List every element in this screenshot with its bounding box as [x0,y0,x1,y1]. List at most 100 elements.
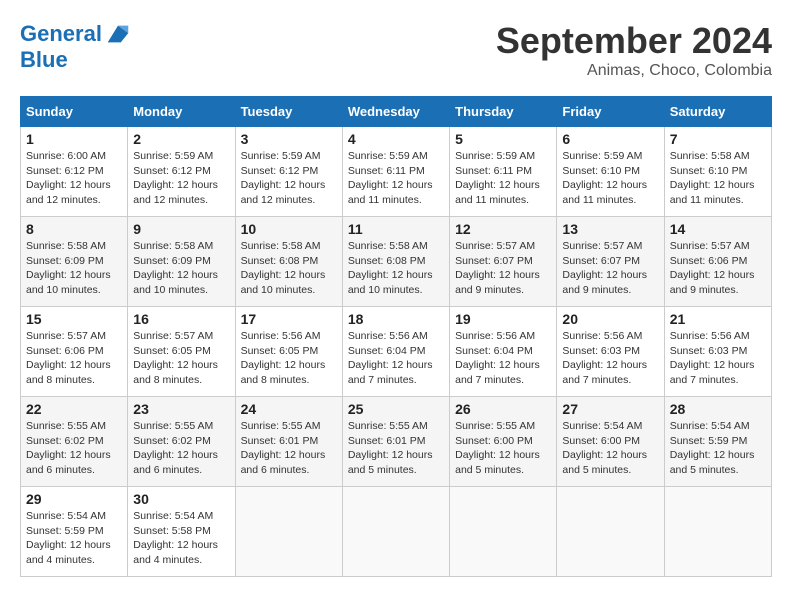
col-header-wednesday: Wednesday [342,97,449,127]
calendar-header-row: SundayMondayTuesdayWednesdayThursdayFrid… [21,97,772,127]
calendar-cell: 10 Sunrise: 5:58 AM Sunset: 6:08 PM Dayli… [235,217,342,307]
day-number: 26 [455,401,551,417]
calendar-cell: 23 Sunrise: 5:55 AM Sunset: 6:02 PM Dayli… [128,397,235,487]
col-header-monday: Monday [128,97,235,127]
day-details: Sunrise: 5:57 AM Sunset: 6:06 PM Dayligh… [670,239,766,298]
day-number: 14 [670,221,766,237]
day-details: Sunrise: 6:00 AM Sunset: 6:12 PM Dayligh… [26,149,122,208]
calendar-cell: 30 Sunrise: 5:54 AM Sunset: 5:58 PM Dayli… [128,487,235,577]
day-number: 19 [455,311,551,327]
col-header-saturday: Saturday [664,97,771,127]
calendar-cell: 28 Sunrise: 5:54 AM Sunset: 5:59 PM Dayli… [664,397,771,487]
day-number: 8 [26,221,122,237]
day-number: 16 [133,311,229,327]
calendar-week-row: 1 Sunrise: 6:00 AM Sunset: 6:12 PM Daylig… [21,127,772,217]
calendar-cell [557,487,664,577]
calendar-week-row: 8 Sunrise: 5:58 AM Sunset: 6:09 PM Daylig… [21,217,772,307]
calendar-cell [342,487,449,577]
calendar-cell: 6Sunrise: 5:59 AM Sunset: 6:10 PM Daylig… [557,127,664,217]
day-number: 25 [348,401,444,417]
calendar-cell: 15 Sunrise: 5:57 AM Sunset: 6:06 PM Dayli… [21,307,128,397]
month-title: September 2024 [496,20,772,62]
calendar-cell: 5 Sunrise: 5:59 AM Sunset: 6:11 PM Daylig… [450,127,557,217]
calendar-cell: 1 Sunrise: 6:00 AM Sunset: 6:12 PM Daylig… [21,127,128,217]
day-details: Sunrise: 5:58 AM Sunset: 6:08 PM Dayligh… [241,239,337,298]
calendar-cell: 22 Sunrise: 5:55 AM Sunset: 6:02 PM Dayli… [21,397,128,487]
day-number: 2 [133,131,229,147]
day-details: Sunrise: 5:56 AM Sunset: 6:04 PM Dayligh… [348,329,444,388]
day-details: Sunrise: 5:58 AM Sunset: 6:08 PM Dayligh… [348,239,444,298]
day-details: Sunrise: 5:54 AM Sunset: 5:59 PM Dayligh… [670,419,766,478]
day-details: Sunrise: 5:56 AM Sunset: 6:03 PM Dayligh… [670,329,766,388]
calendar-cell: 21 Sunrise: 5:56 AM Sunset: 6:03 PM Dayli… [664,307,771,397]
day-details: Sunrise: 5:58 AM Sunset: 6:09 PM Dayligh… [133,239,229,298]
col-header-tuesday: Tuesday [235,97,342,127]
calendar-cell: 8Sunrise: 5:58 AM Sunset: 6:09 PM Daylig… [21,217,128,307]
day-number: 20 [562,311,658,327]
day-number: 13 [562,221,658,237]
day-number: 21 [670,311,766,327]
day-details: Sunrise: 5:57 AM Sunset: 6:05 PM Dayligh… [133,329,229,388]
day-number: 4 [348,131,444,147]
day-number: 5 [455,131,551,147]
calendar-cell: 3 Sunrise: 5:59 AM Sunset: 6:12 PM Daylig… [235,127,342,217]
day-details: Sunrise: 5:57 AM Sunset: 6:06 PM Dayligh… [26,329,122,388]
calendar-cell: 27 Sunrise: 5:54 AM Sunset: 6:00 PM Dayli… [557,397,664,487]
calendar-cell: 11 Sunrise: 5:58 AM Sunset: 6:08 PM Dayli… [342,217,449,307]
calendar-cell: 7 Sunrise: 5:58 AM Sunset: 6:10 PM Daylig… [664,127,771,217]
col-header-sunday: Sunday [21,97,128,127]
calendar-cell: 25 Sunrise: 5:55 AM Sunset: 6:01 PM Dayli… [342,397,449,487]
day-number: 3 [241,131,337,147]
day-number: 9 [133,221,229,237]
logo-text: General [20,22,102,46]
day-details: Sunrise: 5:54 AM Sunset: 5:58 PM Dayligh… [133,509,229,568]
calendar-cell: 9 Sunrise: 5:58 AM Sunset: 6:09 PM Daylig… [128,217,235,307]
day-details: Sunrise: 5:55 AM Sunset: 6:01 PM Dayligh… [348,419,444,478]
logo-icon [104,20,132,48]
calendar-cell: 24Sunrise: 5:55 AM Sunset: 6:01 PM Dayli… [235,397,342,487]
logo: General Blue [20,20,132,72]
day-details: Sunrise: 5:59 AM Sunset: 6:11 PM Dayligh… [348,149,444,208]
day-details: Sunrise: 5:54 AM Sunset: 6:00 PM Dayligh… [562,419,658,478]
calendar-cell: 16 Sunrise: 5:57 AM Sunset: 6:05 PM Dayli… [128,307,235,397]
day-number: 28 [670,401,766,417]
calendar-cell: 18 Sunrise: 5:56 AM Sunset: 6:04 PM Dayli… [342,307,449,397]
calendar-cell: 20 Sunrise: 5:56 AM Sunset: 6:03 PM Dayli… [557,307,664,397]
day-details: Sunrise: 5:55 AM Sunset: 6:02 PM Dayligh… [26,419,122,478]
col-header-thursday: Thursday [450,97,557,127]
title-block: September 2024 Animas, Choco, Colombia [496,20,772,80]
day-number: 18 [348,311,444,327]
day-number: 1 [26,131,122,147]
day-details: Sunrise: 5:59 AM Sunset: 6:12 PM Dayligh… [241,149,337,208]
calendar-cell [664,487,771,577]
calendar-cell: 12Sunrise: 5:57 AM Sunset: 6:07 PM Dayli… [450,217,557,307]
calendar-cell [235,487,342,577]
calendar-cell: 29Sunrise: 5:54 AM Sunset: 5:59 PM Dayli… [21,487,128,577]
day-number: 23 [133,401,229,417]
day-details: Sunrise: 5:56 AM Sunset: 6:03 PM Dayligh… [562,329,658,388]
day-number: 30 [133,491,229,507]
day-details: Sunrise: 5:55 AM Sunset: 6:02 PM Dayligh… [133,419,229,478]
calendar-week-row: 22 Sunrise: 5:55 AM Sunset: 6:02 PM Dayli… [21,397,772,487]
day-number: 11 [348,221,444,237]
day-details: Sunrise: 5:59 AM Sunset: 6:11 PM Dayligh… [455,149,551,208]
day-details: Sunrise: 5:55 AM Sunset: 6:00 PM Dayligh… [455,419,551,478]
day-details: Sunrise: 5:54 AM Sunset: 5:59 PM Dayligh… [26,509,122,568]
day-details: Sunrise: 5:59 AM Sunset: 6:12 PM Dayligh… [133,149,229,208]
calendar-cell: 17Sunrise: 5:56 AM Sunset: 6:05 PM Dayli… [235,307,342,397]
day-number: 10 [241,221,337,237]
day-details: Sunrise: 5:58 AM Sunset: 6:10 PM Dayligh… [670,149,766,208]
calendar-cell: 4 Sunrise: 5:59 AM Sunset: 6:11 PM Daylig… [342,127,449,217]
calendar-cell [450,487,557,577]
day-number: 15 [26,311,122,327]
day-number: 22 [26,401,122,417]
day-number: 27 [562,401,658,417]
day-details: Sunrise: 5:59 AM Sunset: 6:10 PM Dayligh… [562,149,658,208]
day-details: Sunrise: 5:57 AM Sunset: 6:07 PM Dayligh… [455,239,551,298]
day-number: 7 [670,131,766,147]
calendar-week-row: 29Sunrise: 5:54 AM Sunset: 5:59 PM Dayli… [21,487,772,577]
day-details: Sunrise: 5:57 AM Sunset: 6:07 PM Dayligh… [562,239,658,298]
calendar-cell: 13 Sunrise: 5:57 AM Sunset: 6:07 PM Dayli… [557,217,664,307]
col-header-friday: Friday [557,97,664,127]
day-details: Sunrise: 5:55 AM Sunset: 6:01 PM Dayligh… [241,419,337,478]
